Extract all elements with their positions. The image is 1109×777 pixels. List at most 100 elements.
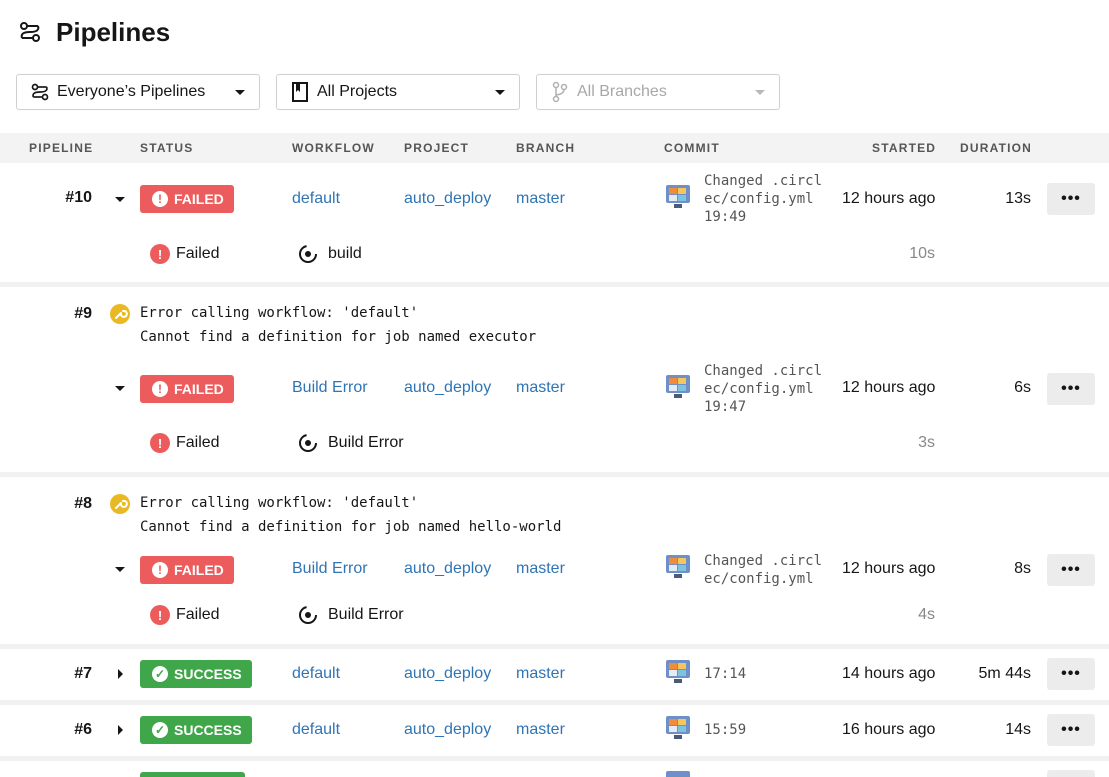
status-badge[interactable]: ✓ SUCCESS (140, 660, 252, 688)
commit-avatar (666, 771, 690, 777)
pipelines-filter-label: Everyone’s Pipelines (57, 83, 206, 100)
branches-filter-dropdown[interactable]: All Branches (536, 74, 780, 110)
status-label: FAILED (174, 562, 224, 578)
expand-toggle-icon[interactable] (115, 386, 125, 391)
duration: 8s (1014, 560, 1031, 577)
commit-message[interactable]: Changed .circl ec/config.yml 19:49 (704, 172, 822, 226)
branch-link[interactable]: master (516, 190, 565, 208)
branch-link[interactable]: master (516, 560, 565, 578)
job-status: Failed (176, 245, 220, 262)
projects-filter-label: All Projects (317, 83, 398, 100)
pipeline-number[interactable]: #9 (52, 305, 92, 323)
more-actions-button[interactable]: ••• (1047, 183, 1095, 215)
started-time: 12 hours ago (842, 190, 936, 207)
pipeline-row-partial (0, 761, 1109, 777)
workflow-link[interactable]: Build Error (292, 379, 368, 397)
job-name-link[interactable]: Build Error (328, 606, 404, 624)
pipelines-icon (20, 22, 40, 42)
job-name-link[interactable]: Build Error (328, 434, 404, 452)
more-actions-button[interactable]: ••• (1047, 714, 1095, 746)
branch-link[interactable]: master (516, 721, 565, 739)
project-link[interactable]: auto_deploy (404, 379, 491, 397)
wrench-icon (110, 304, 130, 324)
commit-avatar (666, 185, 690, 208)
more-actions-button[interactable]: ••• (1047, 373, 1095, 405)
commit-message[interactable]: Changed .circl ec/config.yml (704, 552, 822, 588)
duration: 13s (1005, 190, 1031, 207)
error-message: Error calling workflow: 'default' Cannot… (140, 305, 537, 345)
commit-avatar (666, 555, 690, 578)
branch-link[interactable]: master (516, 665, 565, 683)
pipeline-number[interactable]: #7 (52, 665, 92, 683)
status-label: FAILED (174, 191, 224, 207)
column-duration: DURATION (960, 141, 1033, 155)
status-badge[interactable]: ! FAILED (140, 556, 234, 584)
column-workflow: WORKFLOW (292, 141, 375, 155)
workflow-job-icon (299, 245, 317, 263)
status-badge[interactable]: ! FAILED (140, 185, 234, 213)
job-duration: 3s (918, 434, 935, 451)
expand-toggle-icon[interactable] (115, 197, 125, 202)
started-time: 12 hours ago (842, 560, 936, 577)
pipeline-number[interactable]: #6 (52, 721, 92, 739)
pipeline-row: #7 ✓ SUCCESS default auto_deploy master … (0, 649, 1109, 700)
exclamation-icon: ! (150, 244, 170, 264)
status-badge[interactable]: ! FAILED (140, 375, 234, 403)
more-actions-button[interactable]: ••• (1047, 658, 1095, 690)
commit-message[interactable]: 17:14 (704, 665, 746, 683)
job-status: Failed (176, 606, 220, 623)
pipeline-row: #10 ! FAILED default auto_deploy master … (0, 163, 1109, 282)
branch-link[interactable]: master (516, 379, 565, 397)
workflow-link[interactable]: Build Error (292, 560, 368, 578)
exclamation-icon: ! (152, 381, 168, 397)
commit-message[interactable]: Changed .circl ec/config.yml 19:47 (704, 362, 822, 416)
started-time: 14 hours ago (842, 665, 936, 682)
expand-toggle-icon[interactable] (118, 669, 123, 679)
error-message: Error calling workflow: 'default' Cannot… (140, 495, 562, 535)
project-link[interactable]: auto_deploy (404, 721, 491, 739)
chevron-down-icon (755, 90, 765, 95)
column-started: STARTED (872, 141, 937, 155)
pipelines-filter-dropdown[interactable]: Everyone’s Pipelines (16, 74, 260, 110)
project-link[interactable]: auto_deploy (404, 665, 491, 683)
wrench-icon (110, 494, 130, 514)
job-name-link[interactable]: build (328, 245, 362, 263)
pipeline-row: #9 Error calling workflow: 'default' Can… (0, 287, 1109, 472)
workflow-link[interactable]: default (292, 665, 340, 683)
started-time: 16 hours ago (842, 721, 936, 738)
project-link[interactable]: auto_deploy (404, 560, 491, 578)
status-label: SUCCESS (174, 722, 242, 738)
exclamation-icon: ! (150, 605, 170, 625)
exclamation-icon: ! (150, 433, 170, 453)
status-badge[interactable] (140, 772, 245, 777)
chevron-down-icon (235, 90, 245, 95)
check-icon: ✓ (152, 666, 168, 682)
pipeline-row: #8 Error calling workflow: 'default' Can… (0, 477, 1109, 644)
pipeline-number[interactable]: #8 (52, 495, 92, 513)
branch-icon (549, 81, 571, 103)
workflow-job-icon (299, 434, 317, 452)
duration: 5m 44s (978, 665, 1031, 682)
column-branch: BRANCH (516, 141, 576, 155)
pipeline-number[interactable]: #10 (52, 189, 92, 207)
more-actions-button[interactable] (1047, 770, 1095, 777)
page-title: Pipelines (56, 17, 171, 47)
duration: 6s (1014, 379, 1031, 396)
more-actions-button[interactable]: ••• (1047, 554, 1095, 586)
pipelines-icon (29, 81, 51, 103)
pipeline-row: #6 ✓ SUCCESS default auto_deploy master … (0, 705, 1109, 756)
workflow-link[interactable]: default (292, 190, 340, 208)
table-header: PIPELINE STATUS WORKFLOW PROJECT BRANCH … (0, 133, 1109, 163)
exclamation-icon: ! (152, 562, 168, 578)
exclamation-icon: ! (152, 191, 168, 207)
started-time: 12 hours ago (842, 379, 936, 396)
page-header: Pipelines Everyone’s Pipelines All Proje… (0, 0, 1109, 133)
projects-filter-dropdown[interactable]: All Projects (276, 74, 520, 110)
expand-toggle-icon[interactable] (118, 725, 123, 735)
project-link[interactable]: auto_deploy (404, 190, 491, 208)
status-badge[interactable]: ✓ SUCCESS (140, 716, 252, 744)
column-commit: COMMIT (664, 141, 720, 155)
workflow-link[interactable]: default (292, 721, 340, 739)
commit-message[interactable]: 15:59 (704, 721, 746, 739)
expand-toggle-icon[interactable] (115, 567, 125, 572)
